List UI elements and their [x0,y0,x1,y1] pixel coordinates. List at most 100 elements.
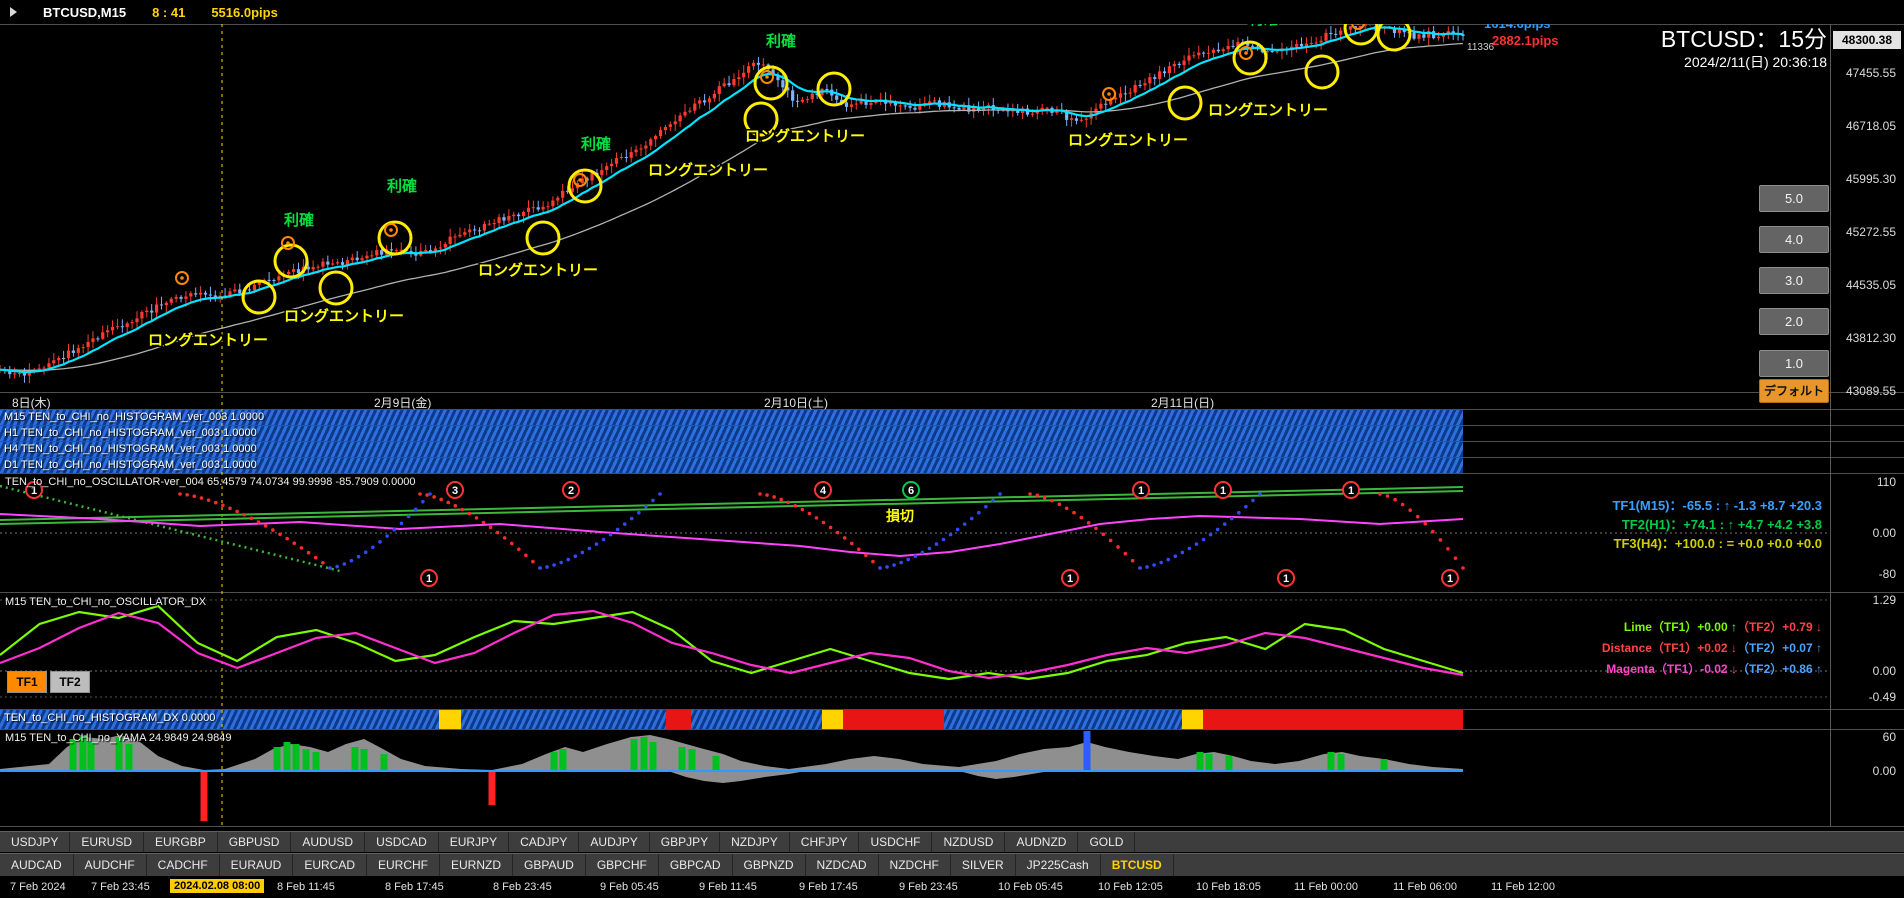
svg-text:6: 6 [908,485,914,497]
axis-tick: 43812.30 [1845,331,1896,345]
dx-plot [0,599,1830,698]
symbol-tab-euraud[interactable]: EURAUD [220,854,294,876]
symbol-tab-eurgbp[interactable]: EURGBP [144,832,218,852]
current-price-tag: 48300.38 [1833,31,1901,49]
time-label: 10 Feb 18:05 [1196,881,1261,893]
symbol-tab-eurnzd[interactable]: EURNZD [440,854,514,876]
symbol-tab-nzdjpy[interactable]: NZDJPY [720,832,790,852]
symbol-tab-gbpaud[interactable]: GBPAUD [513,854,586,876]
symbol-tab-audusd[interactable]: AUDUSD [291,832,366,852]
svg-text:利確: 利確 [284,211,314,229]
symbol-tab-nzdusd[interactable]: NZDUSD [932,832,1006,852]
symbol-tabs-row-2: AUDCAD AUDCHF CADCHF EURAUD EURCAD EURCHF EURN… [0,853,1904,876]
symbol-tab-gbpnzd[interactable]: GBPNZD [733,854,806,876]
zoom-button-4.0[interactable]: 4.0 [1759,226,1829,253]
tf-info-line: TF2(H1)：+74.1 : ↑ +4.7 +4.2 +3.8 [1621,517,1822,532]
oscillator-dx-header: M15 TEN_to_CHI_no_OSCILLATOR_DX [5,596,207,608]
time-label: 9 Feb 05:45 [600,881,659,893]
time-label: 9 Feb 23:45 [899,881,958,893]
long-entry-labels: ロングエントリーロングエントリーロングエントリーロングエントリーロングエントリー… [146,100,1329,351]
dx-info-line: Lime（TF1）+0.00 ↑（TF2）+0.79 ↓ [1602,617,1822,638]
symbol-tab-audnzd[interactable]: AUDNZD [1005,832,1079,852]
exit-circles [175,8,1406,285]
axis-tick: 1.29 [1872,593,1896,607]
zoom-button-1.0[interactable]: 1.0 [1759,350,1829,377]
symbol-tab-eurchf[interactable]: EURCHF [367,854,441,876]
zoom-button-3.0[interactable]: 3.0 [1759,267,1829,294]
symbol-tab-usdchf[interactable]: USDCHF [859,832,933,852]
svg-text:1: 1 [1348,485,1354,497]
entry-circles [241,10,1412,315]
svg-text:1: 1 [1220,485,1226,497]
dx-info-span: （TF2）+0.79 ↓ [1736,620,1822,634]
symbol-tab-cadchf[interactable]: CADCHF [147,854,220,876]
dx-info-span: （TF2）+0.86 ↑ [1736,662,1822,676]
zoom-button-2.0[interactable]: 2.0 [1759,308,1829,335]
axis-tick: 45272.55 [1845,225,1896,239]
symbol-tab-audjpy[interactable]: AUDJPY [579,832,650,852]
symbol-tab-jp225cash[interactable]: JP225Cash [1016,854,1101,876]
axis-tick: 43089.55 [1845,384,1896,398]
candle-countdown-timer: 8 : 41 [152,4,186,20]
symbol-tab-eurjpy[interactable]: EURJPY [439,832,510,852]
default-zoom-button[interactable]: デフォルト [1759,379,1829,403]
time-label: 7 Feb 23:45 [91,881,150,893]
tf-info-line: TF1(M15)：-65.5 : ↑ -1.3 +8.7 +20.3 [1612,498,1822,513]
time-label: 11 Feb 06:00 [1393,881,1458,893]
svg-text:1: 1 [426,573,432,585]
axis-tick: 47455.55 [1845,66,1896,80]
symbol-tab-eurcad[interactable]: EURCAD [293,854,368,876]
slow-ma-line [0,42,1464,371]
axis-tick: 45995.30 [1845,172,1896,186]
date-axis-label: 8日(木) [12,396,51,410]
svg-text:ロングエントリー: ロングエントリー [478,261,598,279]
dx-info-line: Magenta（TF1）-0.02 ↓（TF2）+0.86 ↑ [1602,659,1822,680]
trading-terminal: BTCUSD,M15 8 : 41 5516.0pips M15 TEN_to_… [0,0,1904,898]
symbol-tab-gbpjpy[interactable]: GBPJPY [650,832,721,852]
svg-text:3: 3 [452,485,458,497]
symbol-tab-nzdcad[interactable]: NZDCAD [806,854,879,876]
symbol-tab-nzdchf[interactable]: NZDCHF [879,854,951,876]
dx-tf1-button[interactable]: TF1 [7,671,47,693]
svg-text:2: 2 [568,485,574,497]
time-label: 9 Feb 17:45 [799,881,858,893]
symbol-tab-usdjpy[interactable]: USDJPY [0,832,71,852]
symbol-tab-btcusd[interactable]: BTCUSD [1101,854,1174,876]
total-pips-label: 5516.0pips [211,4,278,20]
svg-text:1: 1 [1283,573,1289,585]
symbol-tab-chfjpy[interactable]: CHFJPY [790,832,860,852]
svg-text:1: 1 [1067,573,1073,585]
symbol-tab-cadjpy[interactable]: CADJPY [509,832,580,852]
axis-tick: -80 [1878,567,1896,581]
symbol-tab-gbpcad[interactable]: GBPCAD [659,854,733,876]
time-label: 11 Feb 00:00 [1294,881,1359,893]
axis-tick: 110 [1876,475,1896,489]
dx-tf2-button[interactable]: TF2 [50,671,90,693]
time-label: 10 Feb 05:45 [998,881,1063,893]
tf-info-line: TF3(H4)：+100.0 : = +0.0 +0.0 +0.0 [1613,536,1822,551]
loss-cut-label: 損切 [885,507,916,526]
symbol-tab-audcad[interactable]: AUDCAD [0,854,74,876]
symbol-tab-gold[interactable]: GOLD [1078,832,1136,852]
chart-canvas[interactable]: 利確利確利確利確利確利確ロングエントリーロングエントリーロングエントリーロングエ… [0,0,1904,898]
chart-title: BTCUSD：15分 [1660,26,1827,52]
svg-text:利確: 利確 [581,135,611,153]
symbol-tab-eurusd[interactable]: EURUSD [70,832,145,852]
oscillator-tf-info: TF1(M15)：-65.5 : ↑ -1.3 +8.7 +20.3 TF2(H1… [1612,496,1822,553]
symbol-tab-silver[interactable]: SILVER [951,854,1016,876]
profit-pips-red: 2882.1pips [1492,33,1559,48]
symbol-tab-audchf[interactable]: AUDCHF [74,854,147,876]
zoom-button-5.0[interactable]: 5.0 [1759,185,1829,212]
svg-text:ロングエントリー: ロングエントリー [148,331,268,349]
symbol-tab-gbpchf[interactable]: GBPCHF [586,854,659,876]
symbol-tab-usdcad[interactable]: USDCAD [365,832,439,852]
time-label: 8 Feb 23:45 [493,881,552,893]
time-label: 11 Feb 12:00 [1491,881,1556,893]
axis-tick: 44535.05 [1845,278,1896,292]
axis-tick: 0.00 [1872,526,1896,540]
svg-text:ロングエントリー: ロングエントリー [284,307,404,325]
symbol-tab-gbpusd[interactable]: GBPUSD [218,832,292,852]
time-label: 10 Feb 12:05 [1098,881,1163,893]
time-label-highlighted: 2024.02.08 08:00 [170,879,265,893]
top-bar: BTCUSD,M15 8 : 41 5516.0pips [0,0,1904,24]
